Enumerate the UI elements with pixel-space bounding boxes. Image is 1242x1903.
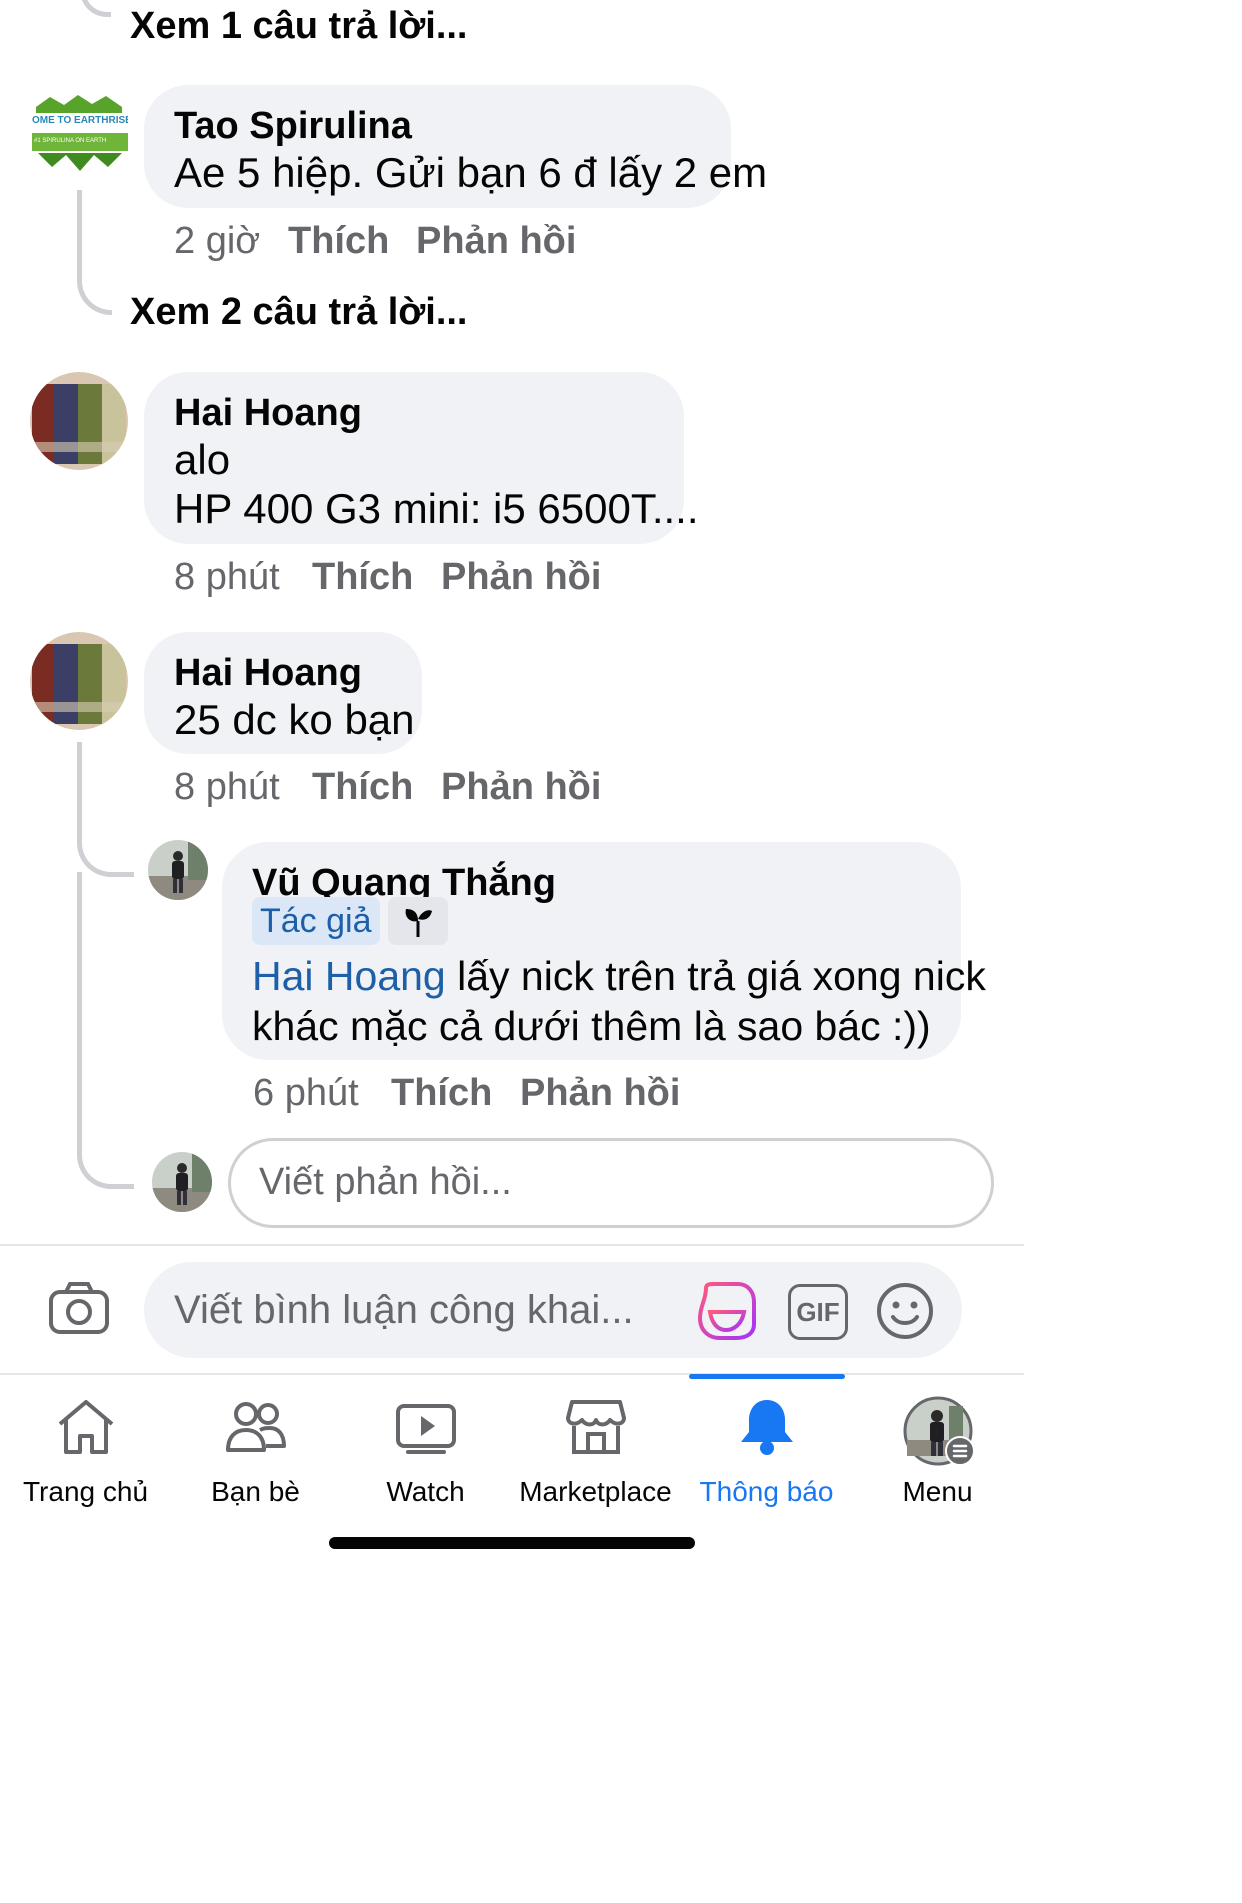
comment-author[interactable]: Hai Hoang: [174, 392, 362, 435]
thread-connector: [77, 842, 134, 877]
like-button[interactable]: Thích: [312, 766, 413, 808]
comment-input[interactable]: Viết bình luận công khai... GIF: [144, 1262, 962, 1358]
camera-button[interactable]: [48, 1280, 110, 1341]
comment-author[interactable]: Hai Hoang: [174, 652, 362, 695]
sprout-icon: [405, 909, 432, 937]
mention-link[interactable]: Hai Hoang: [252, 953, 446, 999]
comment-bubble[interactable]: Tao Spirulina Ae 5 hiệp. Gửi bạn 6 đ lấy…: [144, 85, 767, 208]
thread-line: [77, 742, 82, 842]
thread-connector: [80, 0, 111, 17]
thread-line: [77, 190, 82, 280]
comment-bubble[interactable]: Hai Hoang alo HP 400 G3 mini: i5 6500T..…: [144, 372, 699, 544]
avatar[interactable]: [30, 372, 128, 470]
comment-author[interactable]: Tao Spirulina: [174, 105, 412, 148]
comment-text: alo: [174, 436, 231, 483]
gif-icon[interactable]: GIF: [788, 1284, 848, 1340]
avatar-photo-icon: [148, 840, 208, 900]
reply-text: lấy nick trên trả giá xong nick: [445, 953, 986, 999]
author-badge: Tác giả: [252, 897, 380, 945]
thread-line: [77, 872, 82, 1152]
avatar-photo-icon: [30, 632, 128, 730]
bell-icon: [740, 1400, 793, 1455]
avatar-sticker-icon[interactable]: [696, 1280, 758, 1342]
like-button[interactable]: Thích: [391, 1072, 492, 1114]
comment-text: HP 400 G3 mini: i5 6500T....: [174, 485, 699, 532]
thread-connector: [77, 1152, 134, 1189]
home-icon: [58, 1400, 113, 1454]
comment-time: 8 phút: [174, 766, 280, 808]
avatar: [152, 1152, 212, 1212]
like-button[interactable]: Thích: [288, 220, 389, 262]
view-replies-link[interactable]: Xem 2 câu trả lời...: [130, 291, 468, 334]
camera-icon: [49, 1282, 109, 1334]
comment-time: 2 giờ: [174, 220, 261, 262]
avatar-text: OME TO EARTHRISE: [32, 115, 128, 126]
reply-input[interactable]: Viết phản hồi...: [228, 1138, 994, 1228]
avatar-photo-icon: [152, 1152, 212, 1212]
friends-icon: [225, 1402, 286, 1452]
badge-icon-holder: [388, 897, 448, 945]
view-replies-link[interactable]: Xem 1 câu trả lời...: [130, 5, 468, 48]
comment-time: 8 phút: [174, 556, 280, 598]
reply-button[interactable]: Phản hồi: [520, 1072, 680, 1114]
comment-text: Ae 5 hiệp. Gửi bạn 6 đ lấy 2 em: [174, 149, 768, 196]
hamburger-badge-icon: [944, 1436, 975, 1466]
reply-bubble[interactable]: Vũ Quang Thắng Tác giả Hai Hoang lấy nic…: [222, 842, 986, 1060]
like-button[interactable]: Thích: [312, 556, 413, 598]
divider: [0, 1244, 1024, 1246]
tab-menu[interactable]: Menu: [834, 1396, 1041, 1508]
home-indicator: [329, 1537, 695, 1549]
watch-icon: [395, 1404, 456, 1454]
reply-button[interactable]: Phản hồi: [441, 766, 601, 808]
avatar-text: #1 SPIRULINA ON EARTH: [34, 138, 107, 144]
reply-button[interactable]: Phản hồi: [416, 220, 576, 262]
comment-bubble[interactable]: Hai Hoang 25 dc ko bạn: [144, 632, 422, 754]
spirulina-logo-icon: [32, 95, 128, 171]
marketplace-icon: [565, 1400, 626, 1454]
emoji-icon[interactable]: [876, 1282, 934, 1340]
reply-button[interactable]: Phản hồi: [441, 556, 601, 598]
avatar-photo-icon: [30, 372, 128, 470]
avatar[interactable]: [30, 632, 128, 730]
tab-label: Menu: [902, 1476, 973, 1507]
divider: [0, 1373, 1024, 1375]
reply-text: khác mặc cả dưới thêm là sao bác :)): [252, 1003, 931, 1049]
avatar[interactable]: [148, 840, 208, 900]
comment-placeholder: Viết bình luận công khai...: [174, 1288, 634, 1332]
reply-placeholder: Viết phản hồi...: [259, 1161, 512, 1203]
thread-connector: [77, 280, 112, 315]
avatar[interactable]: OME TO EARTHRISE #1 SPIRULINA ON EARTH: [30, 95, 128, 173]
comment-time: 6 phút: [253, 1072, 359, 1114]
comment-text: 25 dc ko bạn: [174, 696, 415, 743]
active-tab-indicator: [689, 1374, 845, 1379]
